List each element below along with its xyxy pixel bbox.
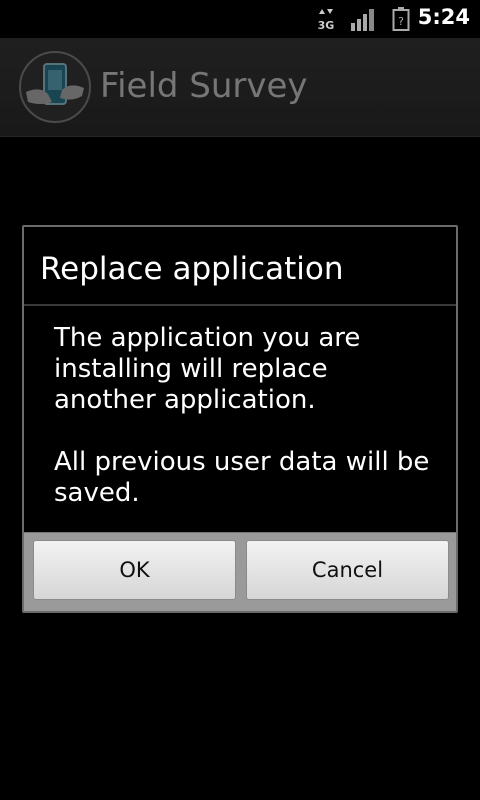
dialog-title: Replace application [40,251,344,287]
app-title: Field Survey [100,66,308,106]
dialog-button-bar: OK Cancel [24,532,456,611]
ok-button[interactable]: OK [33,540,236,600]
signal-strength-icon [351,9,374,31]
status-time: 5:24 [417,5,470,29]
app-title-bar: Field Survey [0,38,480,137]
3g-label: 3G [318,19,335,31]
cancel-button[interactable]: Cancel [246,540,449,600]
battery-unknown-icon: ? [392,7,410,31]
svg-text:?: ? [398,15,404,28]
dialog-divider [24,304,456,306]
status-bar: 3G ? 5:24 [0,0,480,38]
3g-data-icon: 3G [318,9,335,31]
field-survey-logo [19,51,91,123]
replace-application-dialog: Replace application The application you … [22,225,458,613]
dialog-message-paragraph-2: All previous user data will be saved. [54,447,430,508]
dialog-message: The application you are installing will … [54,323,434,509]
dialog-message-paragraph-1: The application you are installing will … [54,323,361,415]
